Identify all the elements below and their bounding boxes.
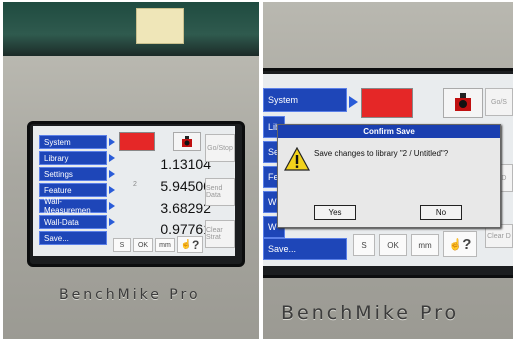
chevron-right-icon: [109, 170, 115, 178]
camera-icon: [182, 136, 192, 147]
status-indicator: [361, 88, 413, 118]
warning-icon: [284, 147, 310, 171]
clear-button[interactable]: Clear Strat: [205, 220, 235, 248]
go-stop-button[interactable]: Go/S: [485, 88, 513, 116]
touch-screen: System Libr Set Fea W W Save... Go/S nd …: [263, 74, 513, 266]
confirm-save-dialog: Confirm Save Save changes to library "2 …: [277, 124, 501, 228]
units-button[interactable]: mm: [155, 238, 175, 252]
menu-item-wall-data[interactable]: Wall-Data: [39, 215, 107, 229]
camera-button[interactable]: [443, 88, 483, 118]
brand-label: BenchMike Pro: [59, 287, 201, 303]
menu-label: W: [268, 197, 277, 207]
menu-item-settings[interactable]: Settings: [39, 167, 107, 181]
menu-item-wall-measurement[interactable]: Wall-Measuremen: [39, 197, 107, 215]
chevron-right-icon: [109, 154, 115, 162]
help-button[interactable]: ☝?: [443, 231, 477, 257]
menu-label: Wall-Data: [44, 217, 79, 227]
dialog-title: Confirm Save: [278, 125, 500, 138]
menu-label: Save...: [44, 233, 69, 243]
status-indicator: [119, 132, 155, 151]
ok-button[interactable]: OK: [379, 234, 407, 256]
touch-screen: System Library Settings Feature Wall-Mea…: [33, 126, 235, 256]
help-button[interactable]: ☝?: [177, 236, 203, 253]
reading-value: 5.94500: [160, 178, 211, 194]
menu-item-system[interactable]: System: [263, 88, 347, 112]
menu-label: System: [44, 137, 71, 147]
reading-value: 1.13104: [160, 156, 211, 172]
menu-item-save[interactable]: Save...: [263, 238, 347, 260]
row-marker: 2: [133, 181, 137, 188]
send-data-button[interactable]: Send Data: [205, 178, 235, 206]
brand-label: BenchMike Pro: [281, 302, 460, 324]
left-photo: System Library Settings Feature Wall-Mea…: [3, 2, 259, 339]
s-button[interactable]: S: [353, 234, 375, 256]
menu-label: Settings: [44, 169, 73, 179]
go-stop-button[interactable]: Go/Stop: [205, 134, 235, 162]
reading-value: 3.68292: [160, 200, 211, 216]
menu-label: Save...: [268, 244, 297, 254]
menu-item-library[interactable]: Library: [39, 151, 107, 165]
sticky-note: [136, 8, 184, 44]
menu-label: System: [268, 95, 299, 105]
menu-label: W: [268, 222, 277, 232]
s-button[interactable]: S: [113, 238, 131, 252]
help-label: ?: [191, 237, 200, 252]
ok-button[interactable]: OK: [133, 238, 153, 252]
help-label: ?: [462, 235, 472, 253]
menu-label: Feature: [44, 185, 72, 195]
menu-item-feature[interactable]: Feature: [39, 183, 107, 197]
no-button[interactable]: No: [420, 205, 462, 220]
chevron-right-icon: [109, 138, 115, 146]
menu-label: Wall-Measuremen: [44, 197, 91, 215]
units-button[interactable]: mm: [411, 234, 439, 256]
background-wall: [3, 2, 259, 56]
hand-icon: ☝: [448, 238, 463, 251]
chevron-right-icon: [109, 202, 115, 210]
hand-icon: ☝: [180, 239, 192, 249]
chevron-right-icon: [109, 218, 115, 226]
menu-item-save[interactable]: Save...: [39, 231, 107, 245]
camera-icon: [455, 93, 471, 111]
menu-item-system[interactable]: System: [39, 135, 107, 149]
chevron-right-icon: [109, 186, 115, 194]
yes-button[interactable]: Yes: [314, 205, 356, 220]
reading-value: 0.97761: [160, 221, 211, 237]
camera-button[interactable]: [173, 132, 201, 151]
chevron-right-icon: [349, 96, 358, 108]
right-photo: System Libr Set Fea W W Save... Go/S nd …: [263, 2, 513, 339]
menu-label: Library: [44, 153, 69, 163]
dialog-message: Save changes to library "2 / Untitled"?: [314, 149, 449, 158]
